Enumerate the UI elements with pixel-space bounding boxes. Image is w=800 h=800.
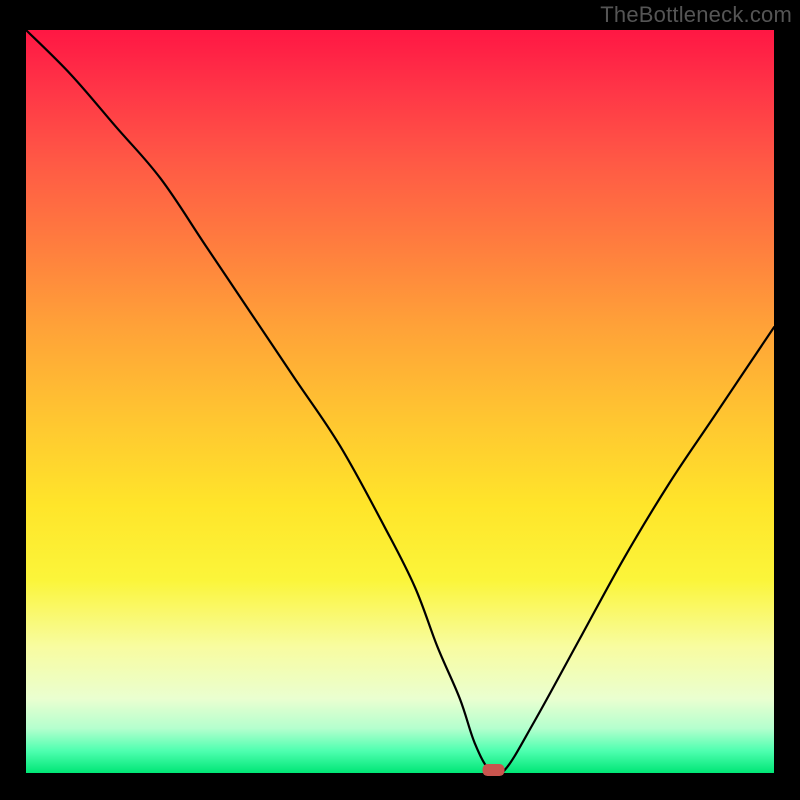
chart-wrap: TheBottleneck.com — [0, 0, 800, 800]
curve-line — [26, 30, 774, 775]
min-marker — [483, 764, 505, 776]
plot-area — [26, 30, 774, 773]
chart-svg — [26, 30, 774, 773]
attribution-text: TheBottleneck.com — [600, 2, 792, 28]
